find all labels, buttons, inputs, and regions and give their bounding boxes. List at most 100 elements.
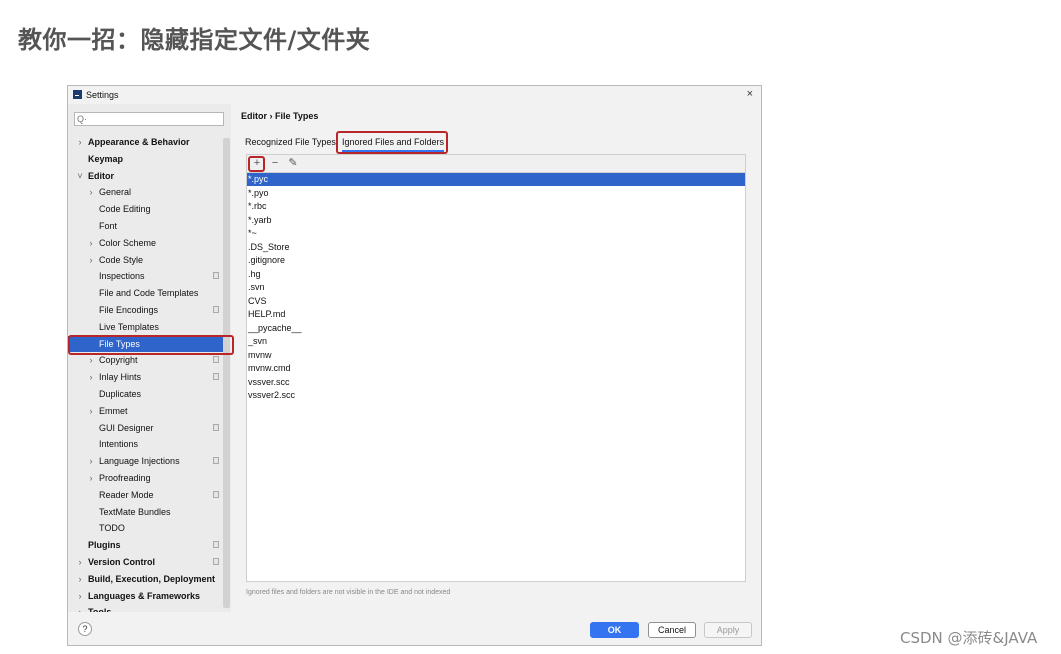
sidebar-item-version-control[interactable]: › Version Control xyxy=(68,554,228,570)
ignored-pattern-row[interactable]: .hg xyxy=(247,268,745,281)
sidebar-item-label: File and Code Templates xyxy=(99,288,199,299)
add-icon[interactable]: + xyxy=(250,157,264,170)
ignored-pattern-row[interactable]: HELP.md xyxy=(247,308,745,321)
chevron-right-icon[interactable]: › xyxy=(87,352,95,368)
ok-button[interactable]: OK xyxy=(590,622,639,638)
sidebar-item-code-editing[interactable]: Code Editing xyxy=(68,201,228,217)
sidebar-item-inspections[interactable]: Inspections xyxy=(68,268,228,284)
chevron-right-icon[interactable]: › xyxy=(76,571,84,587)
sidebar-item-label: Font xyxy=(99,221,118,231)
sidebar-item-file-encodings[interactable]: File Encodings xyxy=(68,302,228,318)
ignored-pattern-row[interactable]: mvnw.cmd xyxy=(247,362,745,375)
sidebar-item-copyright[interactable]: › Copyright xyxy=(68,352,228,368)
sidebar-item-label: Live Templates xyxy=(99,321,159,332)
ignored-pattern-row[interactable]: .svn xyxy=(247,281,745,294)
sidebar-item-todo[interactable]: TODO xyxy=(68,520,228,536)
sidebar-item-code-style[interactable]: › Code Style xyxy=(68,252,228,268)
sidebar-item-languages-frameworks[interactable]: › Languages & Frameworks xyxy=(68,588,228,604)
sidebar-item-language-injections[interactable]: › Language Injections xyxy=(68,453,228,469)
ignored-pattern-row[interactable]: *~ xyxy=(247,227,745,240)
chevron-right-icon[interactable]: › xyxy=(87,403,95,419)
sidebar-item-emmet[interactable]: › Emmet xyxy=(68,403,228,419)
sidebar-item-label: File Types xyxy=(99,338,140,349)
sidebar-item-keymap[interactable]: Keymap xyxy=(68,151,228,167)
ignored-pattern-row[interactable]: *.yarb xyxy=(247,214,745,227)
chevron-right-icon[interactable]: › xyxy=(87,453,95,469)
dialog-title: Settings xyxy=(86,90,119,100)
sidebar-item-proofreading[interactable]: › Proofreading xyxy=(68,470,228,486)
sidebar-item-plugins[interactable]: Plugins xyxy=(68,537,228,553)
tab-ignored-files-and-folders[interactable]: Ignored Files and Folders xyxy=(342,134,445,152)
chevron-right-icon[interactable]: › xyxy=(87,235,95,251)
settings-sidebar: Q· › Appearance & Behavior Keymap ˅ Editor › G… xyxy=(68,104,231,612)
help-button[interactable]: ? xyxy=(78,622,92,636)
sidebar-item-intentions[interactable]: Intentions xyxy=(68,436,228,452)
search-icon: Q· xyxy=(77,114,87,124)
ignored-pattern-row[interactable]: .gitignore xyxy=(247,254,745,267)
csdn-watermark: CSDN @添砖&JAVA xyxy=(900,629,1038,647)
ignored-pattern-row[interactable]: .DS_Store xyxy=(247,241,745,254)
sidebar-item-label: TextMate Bundles xyxy=(99,506,171,517)
sidebar-item-color-scheme[interactable]: › Color Scheme xyxy=(68,235,228,251)
sidebar-item-editor[interactable]: ˅ Editor xyxy=(68,168,228,184)
dialog-titlebar: Settings × xyxy=(68,86,761,104)
sidebar-item-label: File Encodings xyxy=(99,305,159,315)
chevron-right-icon[interactable]: › xyxy=(76,604,84,612)
cancel-button[interactable]: Cancel xyxy=(648,622,696,638)
sidebar-item-duplicates[interactable]: Duplicates xyxy=(68,386,228,402)
sidebar-item-textmate-bundles[interactable]: TextMate Bundles xyxy=(68,504,228,520)
chevron-right-icon[interactable]: › xyxy=(76,588,84,604)
ignored-pattern-row[interactable]: mvnw xyxy=(247,349,745,362)
chevron-right-icon[interactable]: › xyxy=(87,470,95,486)
sidebar-item-label: Appearance & Behavior xyxy=(88,137,190,147)
apply-button[interactable]: Apply xyxy=(704,622,752,638)
article-heading: 教你一招：隐藏指定文件/文件夹 xyxy=(18,26,371,54)
remove-icon[interactable]: − xyxy=(268,157,282,170)
sidebar-scrollbar[interactable] xyxy=(223,138,230,608)
ignored-pattern-row[interactable]: _svn xyxy=(247,335,745,348)
ignored-pattern-row[interactable]: vssver2.scc xyxy=(247,389,745,402)
sidebar-item-font[interactable]: Font xyxy=(68,218,228,234)
ignored-footnote: Ignored files and folders are not visibl… xyxy=(246,589,451,596)
sidebar-item-file-types[interactable]: File Types xyxy=(68,335,228,352)
sidebar-item-label: Code Editing xyxy=(99,204,151,215)
sidebar-item-file-and-code-templates[interactable]: File and Code Templates xyxy=(68,285,228,301)
chevron-down-icon[interactable]: ˅ xyxy=(76,168,84,184)
sidebar-item-live-templates[interactable]: Live Templates xyxy=(68,319,228,335)
chevron-right-icon[interactable]: › xyxy=(76,554,84,570)
sidebar-item-label: Color Scheme xyxy=(99,237,157,248)
ignored-pattern-row[interactable]: *.pyc xyxy=(247,173,745,186)
chevron-right-icon[interactable]: › xyxy=(87,369,95,385)
sidebar-item-label: Duplicates xyxy=(99,389,142,399)
chevron-right-icon[interactable]: › xyxy=(87,252,95,268)
ignored-pattern-row[interactable]: CVS xyxy=(247,295,745,308)
sidebar-item-general[interactable]: › General xyxy=(68,184,228,200)
sidebar-item-label: Inlay Hints xyxy=(99,372,142,383)
sidebar-item-inlay-hints[interactable]: › Inlay Hints xyxy=(68,369,228,385)
sidebar-item-label: Keymap xyxy=(88,153,124,164)
intellij-app-icon xyxy=(73,90,82,99)
tab-recognized-file-types[interactable]: Recognized File Types xyxy=(245,134,336,150)
ignored-pattern-row[interactable]: vssver.scc xyxy=(247,376,745,389)
breadcrumb: Editor › File Types xyxy=(241,111,319,121)
sidebar-item-reader-mode[interactable]: Reader Mode xyxy=(68,487,228,503)
project-scope-icon xyxy=(213,373,219,381)
sidebar-item-label: Version Control xyxy=(88,557,156,567)
search-input[interactable] xyxy=(87,113,217,125)
sidebar-item-appearance-behavior[interactable]: › Appearance & Behavior xyxy=(68,134,228,150)
chevron-right-icon[interactable]: › xyxy=(87,184,95,200)
sidebar-item-label: Languages & Frameworks xyxy=(88,590,201,601)
ignored-pattern-row[interactable]: __pycache__ xyxy=(247,322,745,335)
chevron-right-icon[interactable]: › xyxy=(76,134,84,150)
sidebar-item-build-execution-deployment[interactable]: › Build, Execution, Deployment xyxy=(68,571,228,587)
project-scope-icon xyxy=(213,306,219,313)
settings-search[interactable]: Q· xyxy=(74,112,224,126)
ignored-pattern-row[interactable]: *.rbc xyxy=(247,200,745,213)
sidebar-item-tools[interactable]: › Tools xyxy=(68,604,228,612)
close-icon[interactable]: × xyxy=(747,88,753,100)
file-types-panel: Editor › File Types Recognized File Type… xyxy=(231,104,761,612)
edit-icon[interactable]: ✎ xyxy=(286,157,300,170)
sidebar-item-gui-designer[interactable]: GUI Designer xyxy=(68,420,228,436)
ignored-pattern-row[interactable]: *.pyo xyxy=(247,187,745,200)
sidebar-item-label: Reader Mode xyxy=(99,489,154,500)
